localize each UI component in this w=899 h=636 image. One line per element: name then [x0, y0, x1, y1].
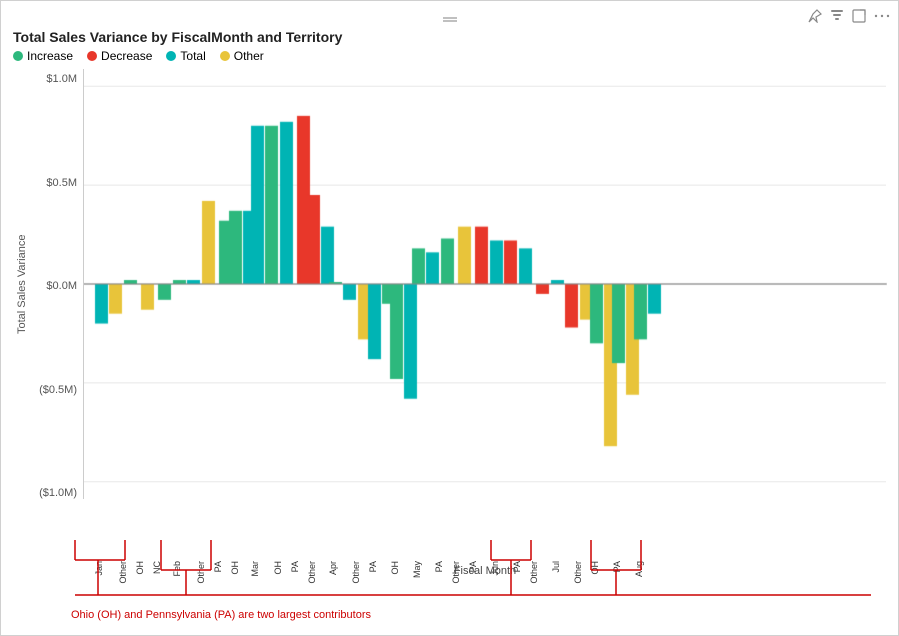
legend-decrease-dot: [87, 51, 97, 61]
chart-card: Total Sales Variance by FiscalMonth and …: [0, 0, 899, 636]
legend-increase-label: Increase: [27, 49, 73, 63]
pin-icon[interactable]: [808, 9, 822, 26]
annotation-area: Ohio (OH) and Pennsylvania (PA) are two …: [71, 535, 884, 625]
chart-title: Total Sales Variance by FiscalMonth and …: [13, 29, 886, 45]
filter-icon[interactable]: [830, 9, 844, 26]
toolbar-icons: [808, 9, 890, 26]
y-tick-neg05m: ($0.5M): [39, 384, 77, 396]
drag-handle-icon[interactable]: [441, 9, 459, 25]
y-tick-neg1m: ($1.0M): [39, 487, 77, 499]
legend-decrease: Decrease: [87, 49, 152, 63]
chart-plot: JanOtherOHNCFebOtherPAOHMarOHPAOtherAprO…: [83, 69, 886, 499]
legend-total-dot: [166, 51, 176, 61]
y-tick-1m: $1.0M: [46, 73, 77, 85]
legend-other: Other: [220, 49, 264, 63]
annotation-text: Ohio (OH) and Pennsylvania (PA) are two …: [71, 609, 371, 621]
chart-wrapper: Total Sales Variance $1.0M $0.5M $0.0M (…: [13, 69, 886, 499]
expand-icon[interactable]: [852, 9, 866, 26]
y-axis-label: Total Sales Variance: [13, 69, 31, 499]
more-icon[interactable]: [874, 9, 890, 26]
legend-other-dot: [220, 51, 230, 61]
chart-legend: Increase Decrease Total Other: [13, 49, 886, 63]
legend-decrease-label: Decrease: [101, 49, 152, 63]
y-tick-0m: $0.0M: [46, 280, 77, 292]
legend-total-label: Total: [180, 49, 205, 63]
y-tick-05m: $0.5M: [46, 177, 77, 189]
legend-total: Total: [166, 49, 205, 63]
legend-increase-dot: [13, 51, 23, 61]
legend-other-label: Other: [234, 49, 264, 63]
legend-increase: Increase: [13, 49, 73, 63]
y-axis: $1.0M $0.5M $0.0M ($0.5M) ($1.0M): [31, 69, 83, 499]
bar-canvas: [84, 69, 887, 499]
